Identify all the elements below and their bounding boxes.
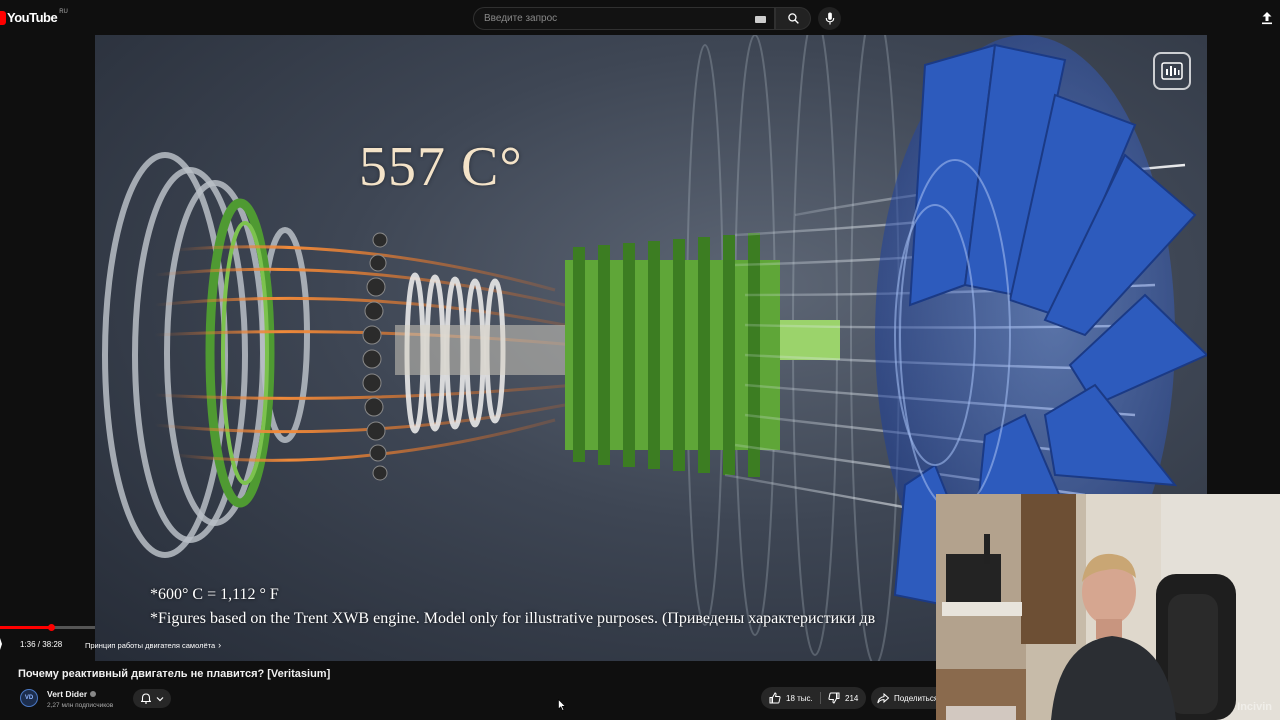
podcast-icon <box>1161 62 1183 80</box>
channel-name: Vert Dider <box>47 689 88 699</box>
search-button[interactable] <box>775 7 811 30</box>
video-title: Почему реактивный двигатель не плавится?… <box>18 668 331 680</box>
podcast-button[interactable] <box>1153 52 1191 90</box>
logo-text: YouTube <box>7 10 58 25</box>
channel-avatar[interactable]: VD <box>20 689 38 707</box>
like-dislike-group: 18 тыс. 214 <box>761 687 866 709</box>
chapter-title: Принцип работы двигателя самолёта <box>85 641 216 650</box>
voice-search-button[interactable] <box>818 7 841 30</box>
verified-icon <box>90 691 97 697</box>
chevron-right-icon: › <box>218 640 222 650</box>
streamer-webcam-image <box>936 494 1280 720</box>
youtube-logo-icon <box>0 10 6 25</box>
youtube-logo[interactable]: YouTube RU <box>0 8 68 25</box>
channel-name-link[interactable]: Vert Dider <box>47 689 97 699</box>
video-caption-line-2: *Figures based on the Trent XWB engine. … <box>150 610 876 627</box>
temperature-overlay: 557 C° <box>359 136 523 198</box>
youtube-watch-page: YouTube RU Введите запрос 557 C° *600° C… <box>0 0 1280 720</box>
webcam-overlay: Incivin <box>936 494 1280 720</box>
progress-scrubber[interactable] <box>48 624 55 631</box>
search-icon <box>787 13 799 24</box>
chevron-down-icon <box>156 696 163 701</box>
timecode: 1:36 / 38:28 <box>20 640 63 649</box>
avatar-text: VD <box>24 695 34 701</box>
chapter-title-button[interactable]: Принцип работы двигателя самолёта › <box>85 640 221 650</box>
search-box <box>473 7 775 30</box>
cursor-icon <box>558 699 566 711</box>
thumb-up-icon <box>769 692 781 704</box>
progress-bar-fill <box>0 626 52 629</box>
play-icon[interactable] <box>0 638 4 650</box>
share-icon <box>877 692 889 703</box>
search-input[interactable] <box>474 8 774 29</box>
bell-icon <box>140 693 151 704</box>
share-label: Поделиться <box>894 693 939 703</box>
logo-region: RU <box>59 8 68 15</box>
thumb-down-icon <box>828 692 840 704</box>
video-caption-line-1: *600° C = 1,112 ° F <box>150 586 279 603</box>
mic-icon <box>825 12 834 25</box>
notification-bell-button[interactable] <box>133 689 171 708</box>
dislike-count: 214 <box>845 693 859 703</box>
upload-icon[interactable] <box>1260 11 1274 25</box>
like-button[interactable]: 18 тыс. <box>761 687 819 709</box>
dislike-button[interactable]: 214 <box>821 687 866 709</box>
keyboard-icon[interactable] <box>755 16 766 23</box>
subscriber-count: 2,27 млн подписчиков <box>47 702 114 709</box>
webcam-watermark: Incivin <box>1237 701 1272 713</box>
like-count: 18 тыс. <box>786 693 813 703</box>
top-bar: YouTube RU <box>0 0 1280 36</box>
share-button[interactable]: Поделиться <box>871 687 943 709</box>
